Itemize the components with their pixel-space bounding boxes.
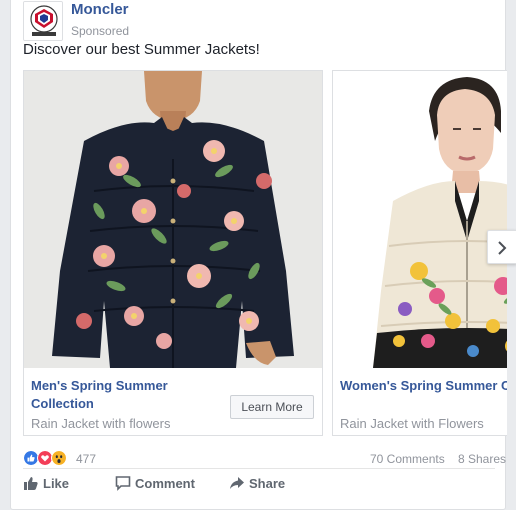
share-label: Share bbox=[249, 476, 286, 491]
comment-label: Comment bbox=[135, 476, 195, 491]
divider bbox=[23, 468, 495, 469]
thumbs-up-icon bbox=[24, 477, 38, 490]
card-image[interactable] bbox=[24, 71, 322, 368]
card-subtitle: Rain Jacket with Flowers bbox=[340, 416, 484, 431]
shares-count-link[interactable]: 8 Shares bbox=[458, 452, 506, 466]
like-label: Like bbox=[43, 476, 70, 491]
moncler-logo-icon bbox=[24, 2, 62, 40]
avatar[interactable] bbox=[23, 1, 63, 41]
card-image[interactable] bbox=[333, 71, 507, 368]
card-title[interactable]: Women's Spring Summer C bbox=[340, 377, 507, 395]
wow-icon bbox=[51, 450, 67, 466]
sponsored-post: Moncler Sponsored Discover our best Summ… bbox=[10, 0, 516, 510]
learn-more-button[interactable]: Learn More bbox=[230, 395, 314, 419]
action-bar: Like Comment Share bbox=[23, 474, 495, 494]
carousel-card[interactable]: Men's Spring Summer Collection Rain Jack… bbox=[23, 70, 323, 436]
post-text: Discover our best Summer Jackets! bbox=[23, 41, 260, 58]
chevron-right-icon bbox=[498, 241, 507, 255]
comments-count-link[interactable]: 70 Comments bbox=[370, 452, 445, 466]
sponsored-label[interactable]: Sponsored bbox=[71, 24, 129, 38]
carousel: Men's Spring Summer Collection Rain Jack… bbox=[23, 70, 507, 436]
reaction-count: 477 bbox=[76, 452, 97, 466]
card-subtitle: Rain Jacket with flowers bbox=[31, 416, 171, 431]
card-title[interactable]: Men's Spring Summer Collection bbox=[31, 377, 211, 413]
carousel-card[interactable]: Women's Spring Summer C Rain Jacket with… bbox=[332, 70, 507, 436]
share-icon bbox=[230, 477, 244, 489]
man-jacket-image bbox=[24, 71, 322, 368]
page-name-link[interactable]: Moncler bbox=[71, 1, 129, 18]
carousel-next-button[interactable] bbox=[487, 230, 516, 264]
woman-jacket-image bbox=[333, 71, 507, 368]
comment-icon bbox=[115, 476, 131, 491]
